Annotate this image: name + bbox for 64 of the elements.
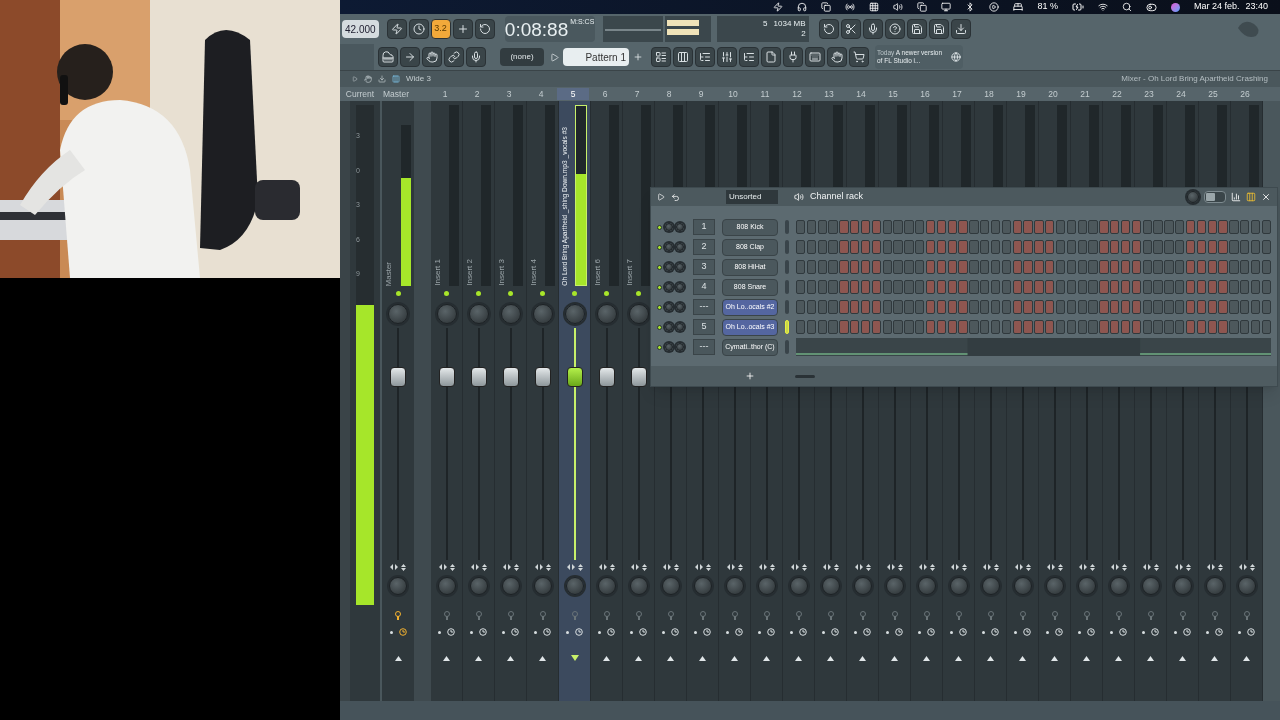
track-number[interactable]: 18 [973,87,1005,101]
track-number[interactable]: 3 [493,87,525,101]
track-name: Insert 1 [434,259,442,286]
track-number[interactable]: 9 [685,87,717,101]
master-strip[interactable]: Master [382,101,414,701]
mixer-track-number[interactable]: 3 [693,259,715,275]
track-number[interactable]: 14 [845,87,877,101]
track-number[interactable]: 19 [1005,87,1037,101]
track-number[interactable]: 21 [1069,87,1101,101]
preset-name[interactable]: Wide 3 [406,73,431,85]
track-name: Insert 2 [466,259,474,286]
track-name: Insert 4 [530,259,538,286]
mixer-strip[interactable]: Insert 3 [495,101,527,701]
column-label: Current [344,87,376,101]
track-name: Insert 7 [626,259,634,286]
window-title: Channel rack [810,190,864,204]
filter-dropdown[interactable]: Unsorted [726,190,778,204]
tempo-field[interactable]: 42.000 [342,20,379,38]
track-name: Insert 3 [498,259,506,286]
track-number[interactable]: 8 [653,87,685,101]
memory-value: 1034 MB [773,19,806,29]
track-number[interactable]: 24 [1165,87,1197,101]
track-number[interactable]: 13 [813,87,845,101]
column-label: Master [382,87,410,101]
pattern-dropdown[interactable]: (none) [500,48,544,66]
mixer-strip[interactable]: Insert 4 [527,101,559,701]
polyphony-value: 2 [801,29,806,39]
mixer-strip[interactable]: Insert 1 [431,101,463,701]
time-display: 0:08:88 [504,19,569,39]
track-name: Master [385,261,393,286]
track-number[interactable]: 12 [781,87,813,101]
track-number[interactable]: 7 [621,87,653,101]
track-number[interactable]: 5 [557,87,589,101]
mixer-track-number[interactable]: 1 [693,219,715,235]
battery-percent: 81 % [1037,0,1058,14]
window-title: Mixer - Oh Lord Bring Apartheid Crashing [1121,73,1268,85]
mixer-track-number[interactable]: --- [693,339,715,355]
track-number[interactable]: 22 [1101,87,1133,101]
track-number[interactable]: 1 [429,87,461,101]
track-number[interactable]: 2 [461,87,493,101]
mixer-track-number[interactable]: 2 [693,239,715,255]
track-name: Insert 6 [594,259,602,286]
mixer-strip[interactable]: Insert 2 [463,101,495,701]
mixer-track-number[interactable]: 4 [693,279,715,295]
track-number[interactable]: 25 [1197,87,1229,101]
menubar-date: Mar 24 feb. [1193,0,1240,14]
mixer-track-number[interactable]: 5 [693,319,715,335]
track-number[interactable]: 10 [717,87,749,101]
mixer-strip[interactable]: Insert 6 [591,101,623,701]
mixer-strip[interactable]: Insert 7 [623,101,655,701]
mixer-track-number[interactable]: --- [693,299,715,315]
track-number[interactable]: 11 [749,87,781,101]
snap-toggle[interactable]: 3.2 [430,19,451,39]
track-number[interactable]: 4 [525,87,557,101]
track-number[interactable]: 17 [941,87,973,101]
pattern-selector[interactable]: Pattern 1 [563,48,629,66]
track-number[interactable]: 16 [909,87,941,101]
track-number[interactable]: 6 [589,87,621,101]
track-number[interactable]: 23 [1133,87,1165,101]
track-number[interactable]: 15 [877,87,909,101]
track-number[interactable]: 20 [1037,87,1069,101]
track-number[interactable]: 26 [1229,87,1261,101]
cpu-value: 5 [763,19,768,29]
menubar-time: 23:40 [1245,0,1268,14]
